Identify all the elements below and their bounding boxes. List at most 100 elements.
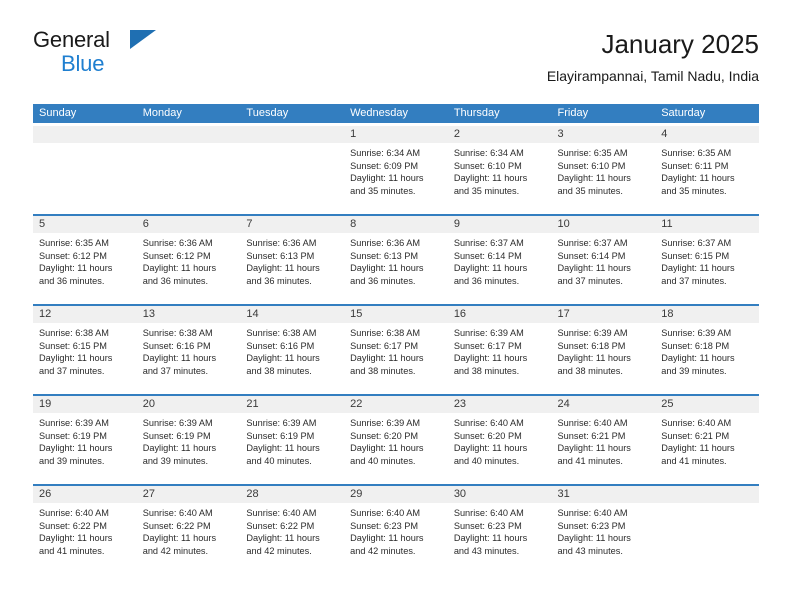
day-cell[interactable]: 4 Sunrise: 6:35 AM Sunset: 6:11 PM Dayli… [655, 126, 759, 214]
logo-text-blue: Blue [61, 51, 105, 76]
day-details: Sunrise: 6:39 AM Sunset: 6:19 PM Dayligh… [33, 413, 137, 467]
day-cell[interactable]: 1 Sunrise: 6:34 AM Sunset: 6:09 PM Dayli… [344, 126, 448, 214]
day-details: Sunrise: 6:39 AM Sunset: 6:20 PM Dayligh… [344, 413, 448, 467]
sunset-text: Sunset: 6:20 PM [350, 430, 419, 441]
day-number: 10 [551, 216, 656, 233]
week-row: 26 Sunrise: 6:40 AM Sunset: 6:22 PM Dayl… [33, 484, 759, 574]
day-cell[interactable]: 18 Sunrise: 6:39 AM Sunset: 6:18 PM Dayl… [655, 306, 759, 394]
sunrise-text: Sunrise: 6:35 AM [557, 148, 628, 158]
day-cell[interactable]: 27 Sunrise: 6:40 AM Sunset: 6:22 PM Dayl… [136, 486, 241, 574]
general-blue-logo: General Blue [33, 28, 293, 88]
day-number: 1 [344, 126, 448, 143]
daylight-text-line1: Daylight: 11 hours [142, 533, 217, 544]
day-cell[interactable] [240, 126, 345, 214]
sunset-text: Sunset: 6:15 PM [661, 250, 730, 261]
sunset-text: Sunset: 6:10 PM [453, 160, 522, 171]
day-cell[interactable]: 3 Sunrise: 6:35 AM Sunset: 6:10 PM Dayli… [551, 126, 656, 214]
day-number: 16 [447, 306, 552, 323]
sunrise-text: Sunrise: 6:37 AM [661, 238, 732, 248]
day-cell[interactable]: 2 Sunrise: 6:34 AM Sunset: 6:10 PM Dayli… [447, 126, 552, 214]
sunrise-text: Sunrise: 6:40 AM [39, 508, 109, 518]
daylight-text-line2: and 37 minutes. [39, 365, 105, 376]
calendar-grid: Sunday Monday Tuesday Wednesday Thursday… [33, 104, 759, 574]
day-number: 23 [447, 396, 552, 413]
day-cell[interactable]: 15 Sunrise: 6:38 AM Sunset: 6:17 PM Dayl… [344, 306, 448, 394]
day-number [136, 126, 241, 143]
sunset-text: Sunset: 6:13 PM [350, 250, 419, 261]
sunrise-text: Sunrise: 6:38 AM [39, 328, 109, 338]
day-cell[interactable]: 20 Sunrise: 6:39 AM Sunset: 6:19 PM Dayl… [136, 396, 241, 484]
day-details: Sunrise: 6:34 AM Sunset: 6:09 PM Dayligh… [344, 143, 448, 197]
daylight-text-line2: and 37 minutes. [661, 275, 727, 286]
day-number: 17 [551, 306, 656, 323]
daylight-text-line1: Daylight: 11 hours [142, 263, 217, 274]
day-cell[interactable]: 17 Sunrise: 6:39 AM Sunset: 6:18 PM Dayl… [551, 306, 656, 394]
day-details: Sunrise: 6:40 AM Sunset: 6:23 PM Dayligh… [552, 503, 656, 557]
day-cell[interactable]: 5 Sunrise: 6:35 AM Sunset: 6:12 PM Dayli… [33, 216, 137, 304]
day-number: 9 [447, 216, 552, 233]
day-cell[interactable]: 28 Sunrise: 6:40 AM Sunset: 6:22 PM Dayl… [240, 486, 345, 574]
weekday-header-sunday: Sunday [39, 107, 77, 119]
day-cell[interactable]: 31 Sunrise: 6:40 AM Sunset: 6:23 PM Dayl… [551, 486, 656, 574]
day-number: 22 [344, 396, 448, 413]
day-cell[interactable]: 16 Sunrise: 6:39 AM Sunset: 6:17 PM Dayl… [447, 306, 552, 394]
calendar-page: General Blue January 2025 Elayirampannai… [0, 0, 792, 612]
day-number: 24 [551, 396, 656, 413]
day-number: 3 [551, 126, 656, 143]
daylight-text-line1: Daylight: 11 hours [453, 443, 528, 454]
day-cell[interactable]: 7 Sunrise: 6:36 AM Sunset: 6:13 PM Dayli… [240, 216, 345, 304]
week-row: 19 Sunrise: 6:39 AM Sunset: 6:19 PM Dayl… [33, 394, 759, 484]
day-cell[interactable]: 9 Sunrise: 6:37 AM Sunset: 6:14 PM Dayli… [447, 216, 552, 304]
daylight-text-line2: and 36 minutes. [142, 275, 209, 286]
day-details: Sunrise: 6:34 AM Sunset: 6:10 PM Dayligh… [448, 143, 552, 197]
day-cell[interactable]: 24 Sunrise: 6:40 AM Sunset: 6:21 PM Dayl… [551, 396, 656, 484]
day-cell[interactable]: 10 Sunrise: 6:37 AM Sunset: 6:14 PM Dayl… [551, 216, 656, 304]
daylight-text-line2: and 38 minutes. [350, 365, 416, 376]
day-cell[interactable]: 23 Sunrise: 6:40 AM Sunset: 6:20 PM Dayl… [447, 396, 552, 484]
sunrise-text: Sunrise: 6:36 AM [142, 238, 213, 248]
day-cell[interactable]: 11 Sunrise: 6:37 AM Sunset: 6:15 PM Dayl… [655, 216, 759, 304]
day-details: Sunrise: 6:37 AM Sunset: 6:14 PM Dayligh… [448, 233, 552, 287]
day-cell[interactable] [655, 486, 759, 574]
daylight-text-line1: Daylight: 11 hours [39, 263, 113, 274]
day-details: Sunrise: 6:38 AM Sunset: 6:17 PM Dayligh… [344, 323, 448, 377]
daylight-text-line2: and 42 minutes. [246, 545, 312, 556]
daylight-text-line1: Daylight: 11 hours [557, 353, 631, 364]
day-cell[interactable]: 8 Sunrise: 6:36 AM Sunset: 6:13 PM Dayli… [344, 216, 448, 304]
day-number: 14 [240, 306, 345, 323]
day-cell[interactable] [136, 126, 241, 214]
daylight-text-line2: and 43 minutes. [557, 545, 623, 556]
daylight-text-line2: and 42 minutes. [142, 545, 209, 556]
day-details: Sunrise: 6:40 AM Sunset: 6:22 PM Dayligh… [137, 503, 241, 557]
day-cell[interactable]: 14 Sunrise: 6:38 AM Sunset: 6:16 PM Dayl… [240, 306, 345, 394]
day-cell[interactable]: 12 Sunrise: 6:38 AM Sunset: 6:15 PM Dayl… [33, 306, 137, 394]
sunrise-text: Sunrise: 6:38 AM [246, 328, 317, 338]
day-cell[interactable] [33, 126, 137, 214]
sunset-text: Sunset: 6:19 PM [142, 430, 211, 441]
day-cell[interactable]: 6 Sunrise: 6:36 AM Sunset: 6:12 PM Dayli… [136, 216, 241, 304]
page-header: General Blue January 2025 Elayirampannai… [33, 28, 759, 94]
day-cell[interactable]: 21 Sunrise: 6:39 AM Sunset: 6:19 PM Dayl… [240, 396, 345, 484]
day-cell[interactable]: 19 Sunrise: 6:39 AM Sunset: 6:19 PM Dayl… [33, 396, 137, 484]
daylight-text-line1: Daylight: 11 hours [661, 173, 735, 184]
day-cell[interactable]: 30 Sunrise: 6:40 AM Sunset: 6:23 PM Dayl… [447, 486, 552, 574]
daylight-text-line2: and 38 minutes. [453, 365, 520, 376]
day-cell[interactable]: 29 Sunrise: 6:40 AM Sunset: 6:23 PM Dayl… [344, 486, 448, 574]
sunrise-text: Sunrise: 6:39 AM [557, 328, 628, 338]
sunset-text: Sunset: 6:10 PM [557, 160, 626, 171]
daylight-text-line1: Daylight: 11 hours [142, 443, 217, 454]
sunset-text: Sunset: 6:22 PM [246, 520, 315, 531]
sunset-text: Sunset: 6:18 PM [557, 340, 626, 351]
day-cell[interactable]: 13 Sunrise: 6:38 AM Sunset: 6:16 PM Dayl… [136, 306, 241, 394]
daylight-text-line1: Daylight: 11 hours [661, 353, 735, 364]
sunrise-text: Sunrise: 6:36 AM [246, 238, 317, 248]
day-cell[interactable]: 26 Sunrise: 6:40 AM Sunset: 6:22 PM Dayl… [33, 486, 137, 574]
day-cell[interactable]: 25 Sunrise: 6:40 AM Sunset: 6:21 PM Dayl… [655, 396, 759, 484]
weekday-header-saturday: Saturday [661, 107, 706, 119]
sunset-text: Sunset: 6:23 PM [557, 520, 626, 531]
daylight-text-line1: Daylight: 11 hours [39, 443, 113, 454]
day-details: Sunrise: 6:40 AM Sunset: 6:23 PM Dayligh… [448, 503, 552, 557]
day-number: 28 [240, 486, 345, 503]
page-title: January 2025 [601, 29, 759, 59]
day-cell[interactable]: 22 Sunrise: 6:39 AM Sunset: 6:20 PM Dayl… [344, 396, 448, 484]
